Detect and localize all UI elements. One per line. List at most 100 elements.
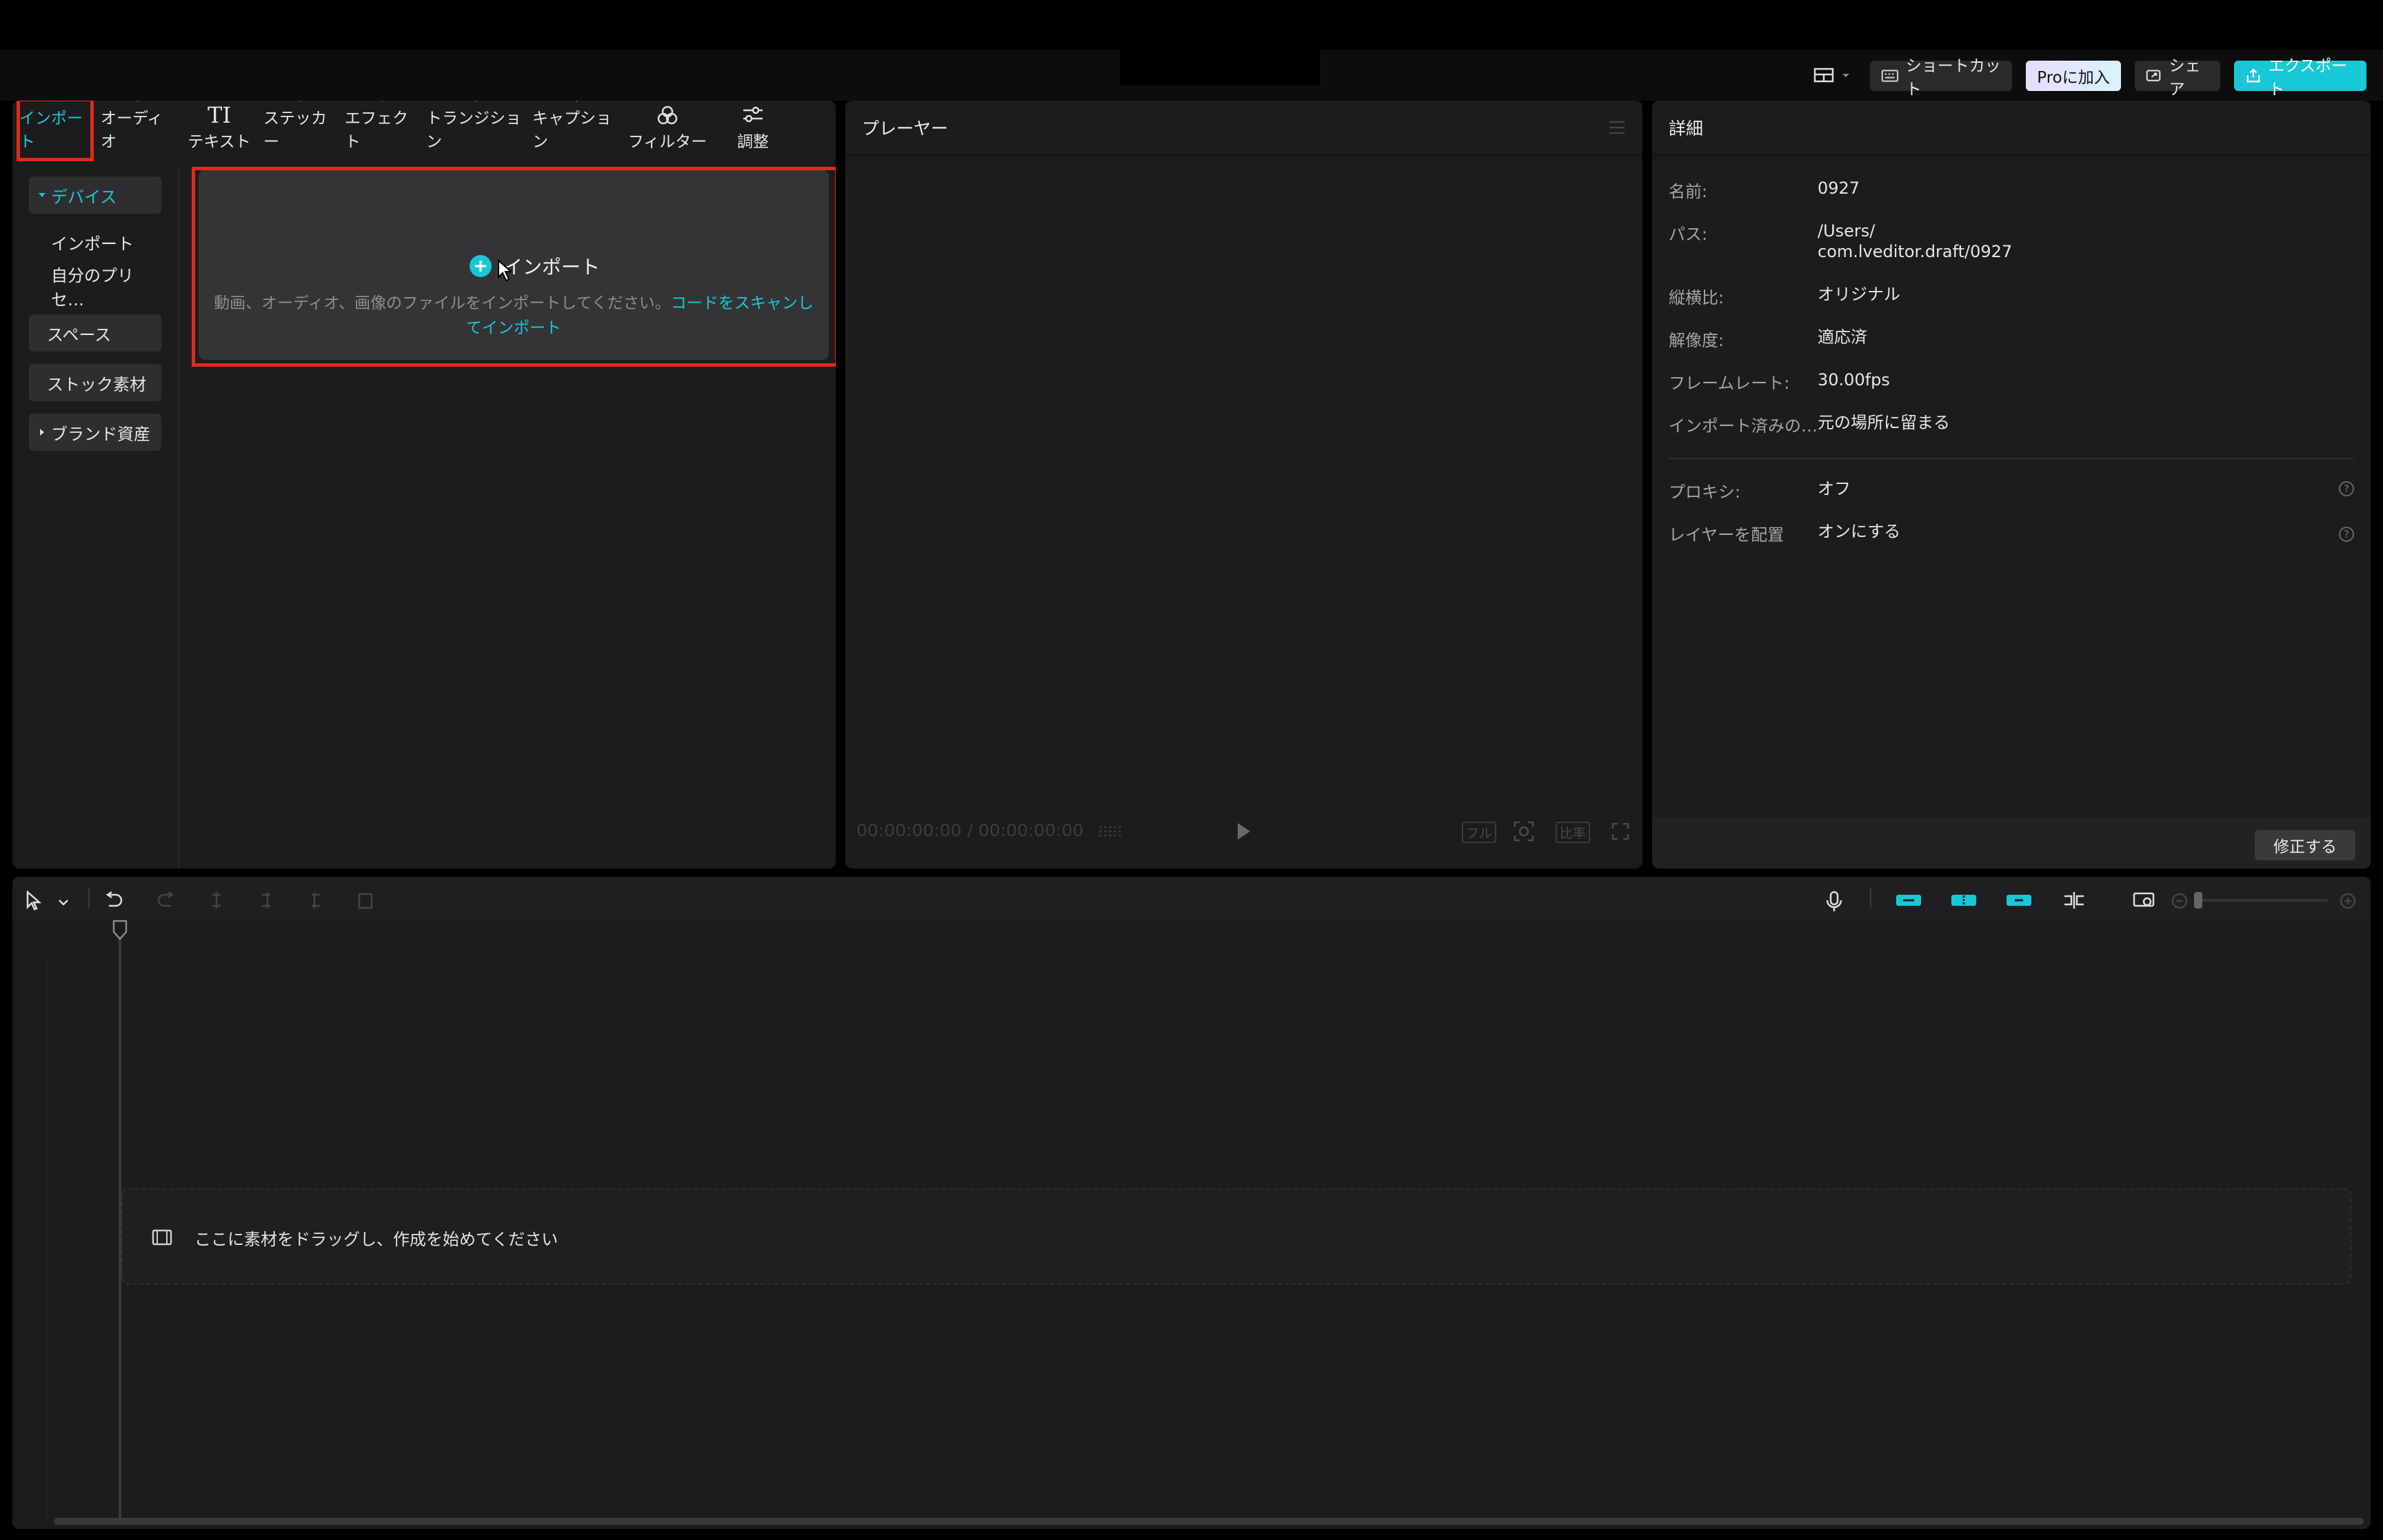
export-button[interactable]: エクスポート bbox=[2234, 57, 2366, 99]
details-title: 詳細 bbox=[1669, 119, 1704, 139]
path-line-2: com.lveditor.draft/0927 bbox=[1818, 242, 2013, 261]
sidebar-item-label: デバイス bbox=[51, 187, 117, 207]
zoom-slider[interactable] bbox=[2197, 899, 2328, 902]
zoom-slider-handle[interactable] bbox=[2194, 892, 2202, 909]
microphone-icon[interactable] bbox=[1824, 891, 1844, 913]
transition-icon bbox=[474, 101, 477, 102]
detail-value: オリジナル bbox=[1818, 285, 1900, 304]
tab-text[interactable]: TI テキスト bbox=[182, 101, 257, 157]
shortcut-button[interactable]: ショートカット bbox=[1870, 57, 2012, 99]
detail-value: オンにする bbox=[1818, 522, 1901, 541]
highlight-box bbox=[192, 167, 836, 367]
play-icon[interactable] bbox=[1236, 822, 1252, 841]
sidebar-item-label: ブランド資産 bbox=[51, 424, 150, 444]
detail-value: オフ bbox=[1818, 479, 1851, 498]
highlight-box bbox=[17, 101, 94, 161]
detail-label: インポート済みの… bbox=[1669, 416, 1818, 436]
detail-label: フレームレート: bbox=[1669, 374, 1790, 393]
detail-label: レイヤーを配置 bbox=[1669, 525, 1784, 545]
tab-label: 調整 bbox=[737, 133, 769, 151]
timeline-panel: ここに素材をドラッグし、作成を始めてください bbox=[12, 877, 2371, 1529]
main-track-link-icon[interactable] bbox=[1895, 891, 1922, 910]
sidebar-item-presets[interactable]: 自分のプリセ… bbox=[29, 266, 161, 310]
undo-icon[interactable] bbox=[103, 891, 124, 910]
layout-icon bbox=[1813, 68, 1834, 83]
tab-label: キャプション bbox=[532, 110, 612, 151]
tab-sticker[interactable]: ステッカー bbox=[263, 101, 338, 157]
tab-label: ステッカー bbox=[263, 110, 327, 151]
tab-effect[interactable]: エフェクト bbox=[345, 101, 419, 157]
adjust-icon bbox=[743, 106, 763, 123]
filter-icon bbox=[657, 105, 678, 125]
menu-icon[interactable] bbox=[1608, 120, 1626, 135]
zoom-fit-icon[interactable] bbox=[1513, 820, 1535, 842]
effect-icon bbox=[381, 101, 383, 102]
chevron-down-icon bbox=[1842, 74, 1849, 77]
trim-left-icon[interactable] bbox=[257, 891, 276, 910]
timeline-dropzone[interactable]: ここに素材をドラッグし、作成を始めてください bbox=[121, 1188, 2351, 1285]
detail-row-framerate: フレームレート: 30.00fps bbox=[1669, 369, 1890, 394]
sidebar-item-label: 自分のプリセ… bbox=[51, 266, 134, 310]
detail-value: 元の場所に留まる bbox=[1818, 413, 1950, 432]
detail-row-proxy: プロキシ: オフ bbox=[1669, 478, 1851, 503]
detail-label: プロキシ: bbox=[1669, 483, 1741, 502]
pro-subscribe-button[interactable]: Proに加入 bbox=[2026, 61, 2121, 91]
modify-button[interactable]: 修正する bbox=[2255, 830, 2355, 860]
window-titlebar bbox=[0, 0, 2383, 50]
divider bbox=[88, 888, 90, 909]
preview-axis-icon[interactable] bbox=[2060, 891, 2088, 910]
tab-caption[interactable]: キャプション bbox=[532, 101, 621, 157]
tab-adjust[interactable]: 調整 bbox=[716, 101, 790, 157]
ratio-button[interactable]: 比率 bbox=[1556, 822, 1591, 843]
help-icon[interactable]: ? bbox=[2339, 527, 2354, 542]
monitor-icon[interactable] bbox=[2132, 891, 2157, 911]
help-icon[interactable]: ? bbox=[2339, 481, 2354, 496]
zoom-out-icon[interactable] bbox=[2171, 892, 2189, 910]
tab-label: オーディオ bbox=[101, 110, 163, 151]
keyboard-icon bbox=[1881, 70, 1899, 82]
sidebar-item-space[interactable]: スペース bbox=[29, 314, 161, 352]
detail-value: 0927 bbox=[1818, 179, 1860, 198]
details-panel: 詳細 名前: 0927 パス: /Users/ com.lveditor.dra… bbox=[1652, 101, 2371, 869]
chevron-down-icon[interactable] bbox=[58, 899, 69, 907]
player-title: プレーヤー bbox=[862, 119, 949, 139]
tab-audio[interactable]: オーディオ bbox=[101, 101, 175, 157]
zoom-in-icon[interactable] bbox=[2339, 892, 2357, 910]
playhead-marker-icon[interactable] bbox=[112, 920, 128, 940]
sidebar-item-import[interactable]: インポート bbox=[29, 223, 161, 261]
layout-button[interactable] bbox=[1807, 61, 1859, 91]
detail-value: 適応済 bbox=[1818, 327, 1867, 347]
select-pointer-icon[interactable] bbox=[25, 891, 44, 911]
timeline-scrollbar[interactable] bbox=[54, 1518, 2364, 1525]
path-line-1: /Users/ bbox=[1818, 221, 1876, 241]
divider bbox=[1870, 888, 1871, 909]
redo-icon[interactable] bbox=[156, 891, 177, 910]
delete-icon[interactable] bbox=[356, 891, 375, 910]
shortcut-label: ショートカット bbox=[1905, 57, 2001, 99]
tab-filter[interactable]: フィルター bbox=[626, 101, 709, 157]
fullscreen-full-button[interactable]: フル bbox=[1462, 822, 1497, 843]
tab-label: テキスト bbox=[188, 133, 251, 151]
sidebar-item-label: ストック素材 bbox=[47, 374, 146, 394]
tab-label: トランジション bbox=[426, 110, 521, 151]
sidebar-item-device[interactable]: デバイス bbox=[29, 176, 161, 214]
trim-right-icon[interactable] bbox=[306, 891, 325, 910]
magnet-snap-icon[interactable] bbox=[1950, 891, 1978, 910]
split-icon[interactable] bbox=[207, 891, 226, 910]
divider bbox=[1669, 458, 2354, 459]
pro-label: Proに加入 bbox=[2037, 69, 2110, 87]
sidebar-item-stock[interactable]: ストック素材 bbox=[29, 364, 161, 401]
expand-icon[interactable] bbox=[1611, 822, 1630, 841]
detail-row-name: 名前: 0927 bbox=[1669, 178, 1860, 202]
tab-transition[interactable]: トランジション bbox=[426, 101, 525, 157]
export-icon bbox=[2246, 68, 2260, 83]
share-icon bbox=[2146, 70, 2161, 81]
sticker-icon bbox=[300, 101, 301, 102]
caret-right-icon bbox=[40, 429, 44, 436]
waveform-icon bbox=[1099, 826, 1121, 837]
tab-label: フィルター bbox=[627, 133, 707, 151]
share-button[interactable]: シェア bbox=[2135, 57, 2220, 99]
detail-row-imported: インポート済みの… 元の場所に留まる bbox=[1669, 412, 1950, 436]
linkage-icon[interactable] bbox=[2005, 891, 2033, 910]
sidebar-item-brand[interactable]: ブランド資産 bbox=[29, 414, 161, 451]
